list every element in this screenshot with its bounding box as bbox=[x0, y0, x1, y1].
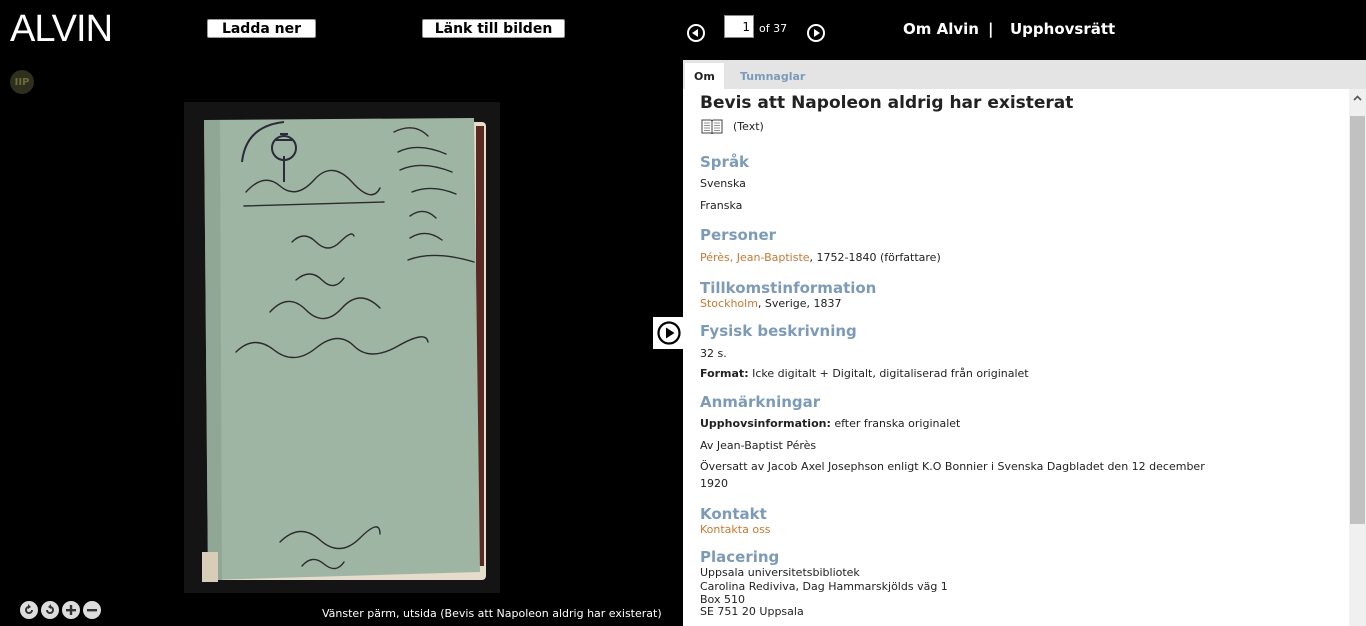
location-line: Carolina Rediviva, Dag Hammarskjölds väg… bbox=[700, 580, 948, 593]
tab-thumbnails[interactable]: Tumnaglar bbox=[731, 63, 814, 89]
responsibility-label: Upphovsinformation: bbox=[700, 417, 831, 430]
play-circle-icon bbox=[657, 321, 681, 345]
contact-entry: Kontakta oss bbox=[700, 523, 771, 536]
image-link-button[interactable]: Länk till bilden bbox=[422, 19, 565, 38]
arrow-left-icon bbox=[692, 29, 698, 37]
record-title: Bevis att Napoleon aldrig har existerat bbox=[700, 93, 1074, 113]
translation-note-year: 1920 bbox=[700, 477, 728, 490]
origin-details: , Sverige, 1837 bbox=[757, 297, 842, 310]
download-button[interactable]: Ladda ner bbox=[207, 19, 316, 38]
section-physical-heading: Fysisk beskrivning bbox=[700, 322, 857, 340]
book-cover-image[interactable] bbox=[184, 102, 500, 593]
iip-logo-icon[interactable]: IIP bbox=[10, 70, 34, 94]
copyright-link[interactable]: Upphovsrätt bbox=[1010, 20, 1115, 38]
section-contact-heading: Kontakt bbox=[700, 505, 767, 523]
scrollbar-thumb[interactable] bbox=[1350, 116, 1365, 524]
next-page-button[interactable] bbox=[807, 24, 825, 42]
rotate-right-icon[interactable] bbox=[41, 601, 59, 619]
resource-type-label: (Text) bbox=[733, 119, 764, 133]
book-cover-illustration bbox=[184, 102, 500, 593]
about-alvin-link[interactable]: Om Alvin bbox=[903, 20, 979, 38]
section-notes-heading: Anmärkningar bbox=[700, 393, 821, 411]
format-entry: Format: Icke digitalt + Digitalt, digita… bbox=[700, 367, 1029, 380]
page-count: of 37 bbox=[759, 22, 788, 35]
place-link[interactable]: Stockholm bbox=[700, 297, 758, 310]
section-persons-heading: Personer bbox=[700, 226, 777, 244]
language-value: Franska bbox=[700, 199, 743, 212]
location-line: SE 751 20 Uppsala bbox=[700, 605, 804, 618]
image-viewer[interactable]: IIP Vänster pärm, utsida (Bevis att Napo… bbox=[0, 60, 683, 626]
chevron-up-icon bbox=[1353, 94, 1362, 101]
zoom-out-icon[interactable] bbox=[83, 601, 101, 619]
tab-about[interactable]: Om bbox=[685, 63, 724, 89]
origin-entry: Stockholm, Sverige, 1837 bbox=[700, 297, 842, 310]
image-caption: Vänster pärm, utsida (Bevis att Napoleon… bbox=[322, 607, 662, 620]
arrow-right-icon bbox=[814, 29, 820, 37]
location-line: Uppsala universitetsbibliotek bbox=[700, 566, 860, 579]
panel-scrollbar[interactable] bbox=[1349, 89, 1366, 626]
nav-separator: | bbox=[988, 20, 994, 38]
section-location-heading: Placering bbox=[700, 548, 780, 566]
panel-toggle-button[interactable] bbox=[653, 317, 685, 349]
person-details: , 1752-1840 (författare) bbox=[809, 251, 941, 264]
person-link[interactable]: Pérès, Jean-Baptiste bbox=[700, 251, 810, 264]
section-origin-heading: Tillkomstinformation bbox=[700, 279, 877, 297]
contact-link[interactable]: Kontakta oss bbox=[700, 523, 771, 536]
language-value: Svenska bbox=[700, 177, 746, 190]
previous-page-button[interactable] bbox=[687, 24, 705, 42]
scroll-up-button[interactable] bbox=[1349, 89, 1366, 106]
responsibility-value: efter franska originalet bbox=[830, 417, 961, 430]
info-panel: Om Tumnaglar Bevis att Napoleon aldrig h… bbox=[683, 60, 1366, 626]
tab-bar: Om Tumnaglar bbox=[683, 60, 1366, 89]
author-note: Av Jean-Baptist Pérès bbox=[700, 439, 817, 452]
book-icon bbox=[701, 119, 723, 134]
person-entry: Pérès, Jean-Baptiste, 1752-1840 (författ… bbox=[700, 251, 941, 264]
rotate-left-icon[interactable] bbox=[20, 601, 38, 619]
responsibility-entry: Upphovsinformation: efter franska origin… bbox=[700, 417, 960, 430]
format-value: Icke digitalt + Digitalt, digitaliserad … bbox=[748, 367, 1029, 380]
translation-note: Översatt av Jacob Axel Josephson enligt … bbox=[700, 460, 1205, 473]
extent-value: 32 s. bbox=[700, 347, 727, 360]
page-number-input[interactable] bbox=[724, 15, 754, 38]
format-label: Format: bbox=[700, 367, 749, 380]
alvin-logo[interactable]: ALVIN bbox=[10, 10, 113, 48]
record-details: Bevis att Napoleon aldrig har existerat … bbox=[700, 89, 1340, 626]
top-bar: ALVIN Ladda ner Länk till bilden of 37 O… bbox=[0, 0, 1366, 60]
zoom-in-icon[interactable] bbox=[62, 601, 80, 619]
resource-type: (Text) bbox=[701, 118, 764, 134]
section-language-heading: Språk bbox=[700, 153, 750, 171]
viewer-controls bbox=[20, 601, 101, 619]
